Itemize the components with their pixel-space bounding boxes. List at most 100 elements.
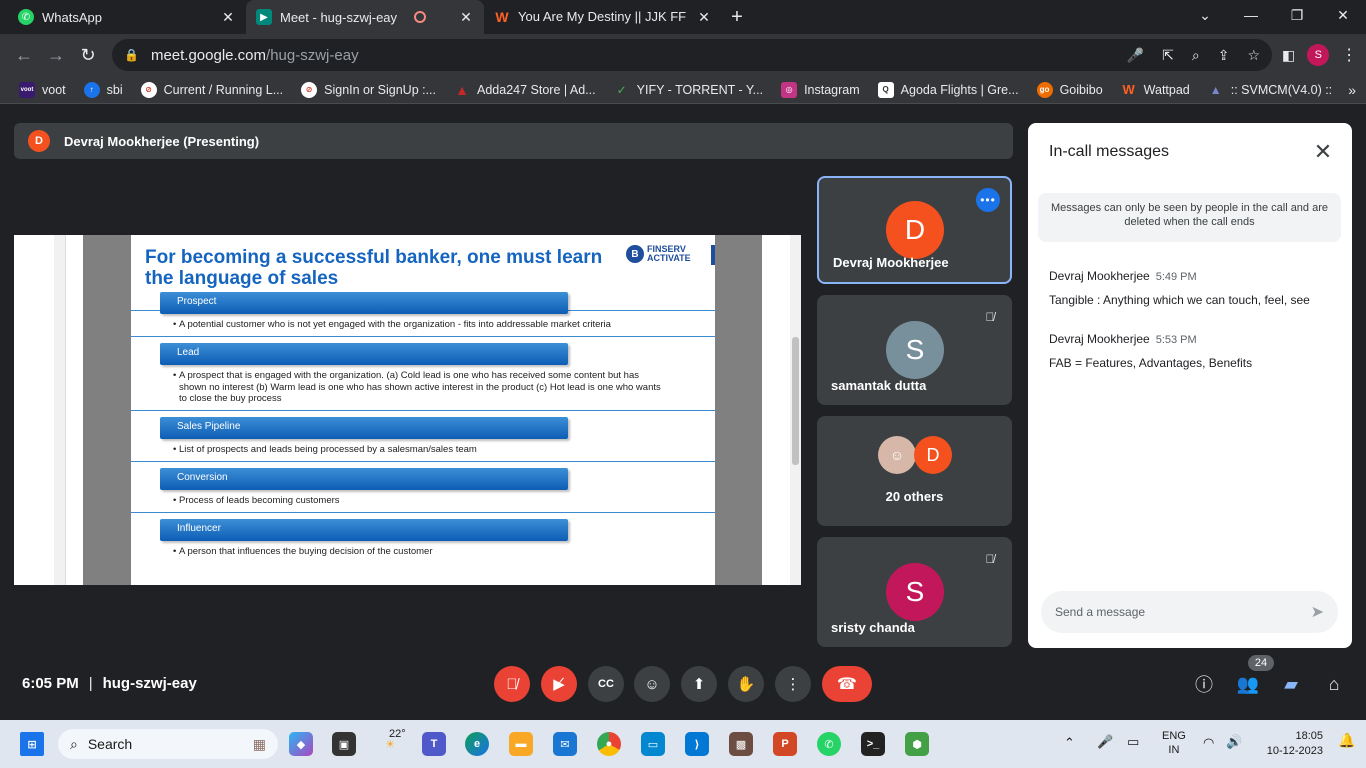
participant-tile-others[interactable]: ☺ D 20 others [817,416,1012,526]
participant-tile-samantak[interactable]: 🎙̸ S samantak dutta [817,295,1012,405]
monitor-icon[interactable]: ▭ [641,732,665,756]
new-tab-button[interactable]: + [722,0,752,34]
present-screen-icon: ⬆ [692,676,706,693]
present-button[interactable]: ⬆ [681,666,717,702]
in-call-messages-panel: In-call messages ✕ Messages can only be … [1028,123,1352,648]
reload-icon[interactable]: ↻ [72,39,104,71]
blocked-icon: ⊘ [140,81,157,98]
slide-title: For becoming a successful banker, one mu… [145,247,603,289]
blocked-icon: ⊘ [301,81,318,98]
restore-icon[interactable]: ❐ [1274,0,1320,30]
microphone-tray-icon[interactable]: 🎤 [1097,734,1113,750]
show-hidden-icons[interactable]: ⌃ [1064,735,1075,751]
people-icon[interactable]: 👥 [1235,671,1261,697]
participant-tile-devraj[interactable]: D ••• Devraj Mookherjee [817,176,1012,284]
definition-influencer: A person that influences the buying deci… [173,546,669,558]
vscode-icon[interactable]: ⟩ [685,732,709,756]
raise-hand-button[interactable]: ✋ [728,666,764,702]
leave-call-button[interactable]: ☎ [822,666,872,702]
captions-icon: CC [598,678,614,690]
bookmark-instagram[interactable]: ◎ Instagram [772,81,869,98]
taskbar-search[interactable]: ⌕ Search ▦ [58,729,278,759]
participant-avatar: S [886,563,944,621]
participant-photo-avatar: ☺ [878,436,916,474]
mic-off-button[interactable]: 🎙̸ [494,666,530,702]
message-text: Tangible : Anything which we can touch, … [1049,293,1310,307]
close-tab-icon[interactable]: ✕ [458,9,474,26]
chat-icon[interactable]: ▰ [1278,671,1304,697]
powerpoint-icon[interactable]: P [773,732,797,756]
copilot-icon[interactable]: ◆ [289,732,313,756]
more-options-icon[interactable]: ••• [976,188,1000,212]
back-icon[interactable]: ← [8,39,40,71]
tab-wattpad[interactable]: W You Are My Destiny || JJK FF || ✓ ✕ [484,0,722,34]
mail-icon[interactable]: ✉ [553,732,577,756]
file-explorer-icon[interactable]: ▬ [509,732,533,756]
lock-icon[interactable]: 🔒 [124,48,139,62]
bookmark-adda247[interactable]: ▲ Adda247 Store | Ad... [445,82,605,98]
bookmark-signin[interactable]: ⊘ SignIn or SignUp :... [292,81,445,98]
open-in-app-icon[interactable]: ⇱ [1162,47,1174,64]
bookmark-goibibo[interactable]: go Goibibo [1028,81,1112,98]
minimize-icon[interactable]: — [1228,0,1274,30]
bookmark-yify[interactable]: ✓ YIFY - TORRENT - Y... [605,82,772,98]
bookmark-agoda[interactable]: Q Agoda Flights | Gre... [869,81,1028,98]
bookmark-voot[interactable]: voot voot [10,81,75,98]
system-clock[interactable]: 18:05 10-12-2023 [1261,729,1323,759]
mic-off-icon: 🎙̸ [985,310,995,324]
zoom-icon[interactable]: ⌕ [1192,47,1200,64]
address-bar[interactable]: 🔒 meet.google.com/hug-szwj-eay 🎤 ⇱ ⌕ ⇪ ☆ [112,39,1272,71]
send-icon[interactable]: ➤ [1311,602,1324,622]
term-prospect: Prospect [160,292,568,314]
chrome-icon[interactable]: ● [597,732,621,756]
meeting-details-icon[interactable]: ⓘ [1191,671,1217,697]
bookmark-sbi[interactable]: ↑ sbi [75,81,132,98]
game-app-icon[interactable]: ▩ [729,732,753,756]
microphone-icon[interactable]: 🎤 [1127,47,1144,64]
close-tab-icon[interactable]: ✕ [220,9,236,26]
more-options-button[interactable]: ⋮ [775,666,811,702]
language-indicator[interactable]: ENG IN [1162,729,1186,757]
tab-whatsapp[interactable]: ✆ WhatsApp ✕ [8,0,246,34]
menu-kebab-icon[interactable]: ⋮ [1341,45,1357,65]
reactions-button[interactable]: ☺ [634,666,670,702]
participant-avatar: D [914,436,952,474]
forward-icon[interactable]: → [40,39,72,71]
teams-icon[interactable]: T [422,732,446,756]
nodejs-icon[interactable]: ⬢ [905,732,929,756]
more-vert-icon: ⋮ [785,676,801,693]
tab-meet[interactable]: ▶ Meet - hug-szwj-eay ✕ [246,0,484,34]
task-view-icon[interactable]: ▣ [332,732,356,756]
terminal-icon[interactable]: >_ [861,732,885,756]
share-icon[interactable]: ⇪ [1218,47,1230,64]
side-panel-icon[interactable]: ◧ [1282,47,1295,64]
chat-message: Devraj Mookherjee 5:53 PM FAB = Features,… [1049,330,1339,370]
bookmark-label: sbi [106,82,123,97]
participant-tile-sristy[interactable]: 🎙̸ S sristy chanda [817,537,1012,647]
close-window-icon[interactable]: ✕ [1320,0,1366,30]
bookmark-wattpad[interactable]: W Wattpad [1112,82,1199,98]
bookmark-svmcm[interactable]: ▲:: SVMCM(V4.0) :: [1199,82,1341,98]
more-bookmarks-icon[interactable]: » [1348,82,1356,98]
whatsapp-taskbar-icon[interactable]: ✆ [817,732,841,756]
volume-icon[interactable]: 🔊 [1226,734,1242,750]
notifications-icon[interactable]: 🔔 [1338,732,1355,749]
keyboard-tray-icon[interactable]: ▭ [1127,734,1139,750]
camera-off-button[interactable]: ▶̸ [541,666,577,702]
bookmark-current-running[interactable]: ⊘ Current / Running L... [132,81,293,98]
profile-avatar[interactable]: S [1307,44,1330,66]
activities-icon[interactable]: ⌂ [1321,671,1347,697]
presenter-bar: D Devraj Mookherjee (Presenting) [14,123,1013,159]
captions-button[interactable]: CC [588,666,624,702]
bookmark-star-icon[interactable]: ☆ [1247,47,1260,64]
wifi-icon[interactable]: ◠ [1203,735,1214,751]
windows-start-icon[interactable]: ⊞ [20,732,44,756]
recording-indicator-icon [414,11,426,23]
send-message-input[interactable]: Send a message ➤ [1041,591,1338,633]
edge-icon[interactable]: e [465,732,489,756]
close-icon[interactable]: ✕ [1310,139,1336,165]
meeting-time: 6:05 PM [22,675,79,692]
tab-search-icon[interactable]: ⌄ [1182,0,1228,30]
mic-off-icon: 🎙̸ [985,552,995,566]
close-tab-icon[interactable]: ✕ [696,9,712,26]
